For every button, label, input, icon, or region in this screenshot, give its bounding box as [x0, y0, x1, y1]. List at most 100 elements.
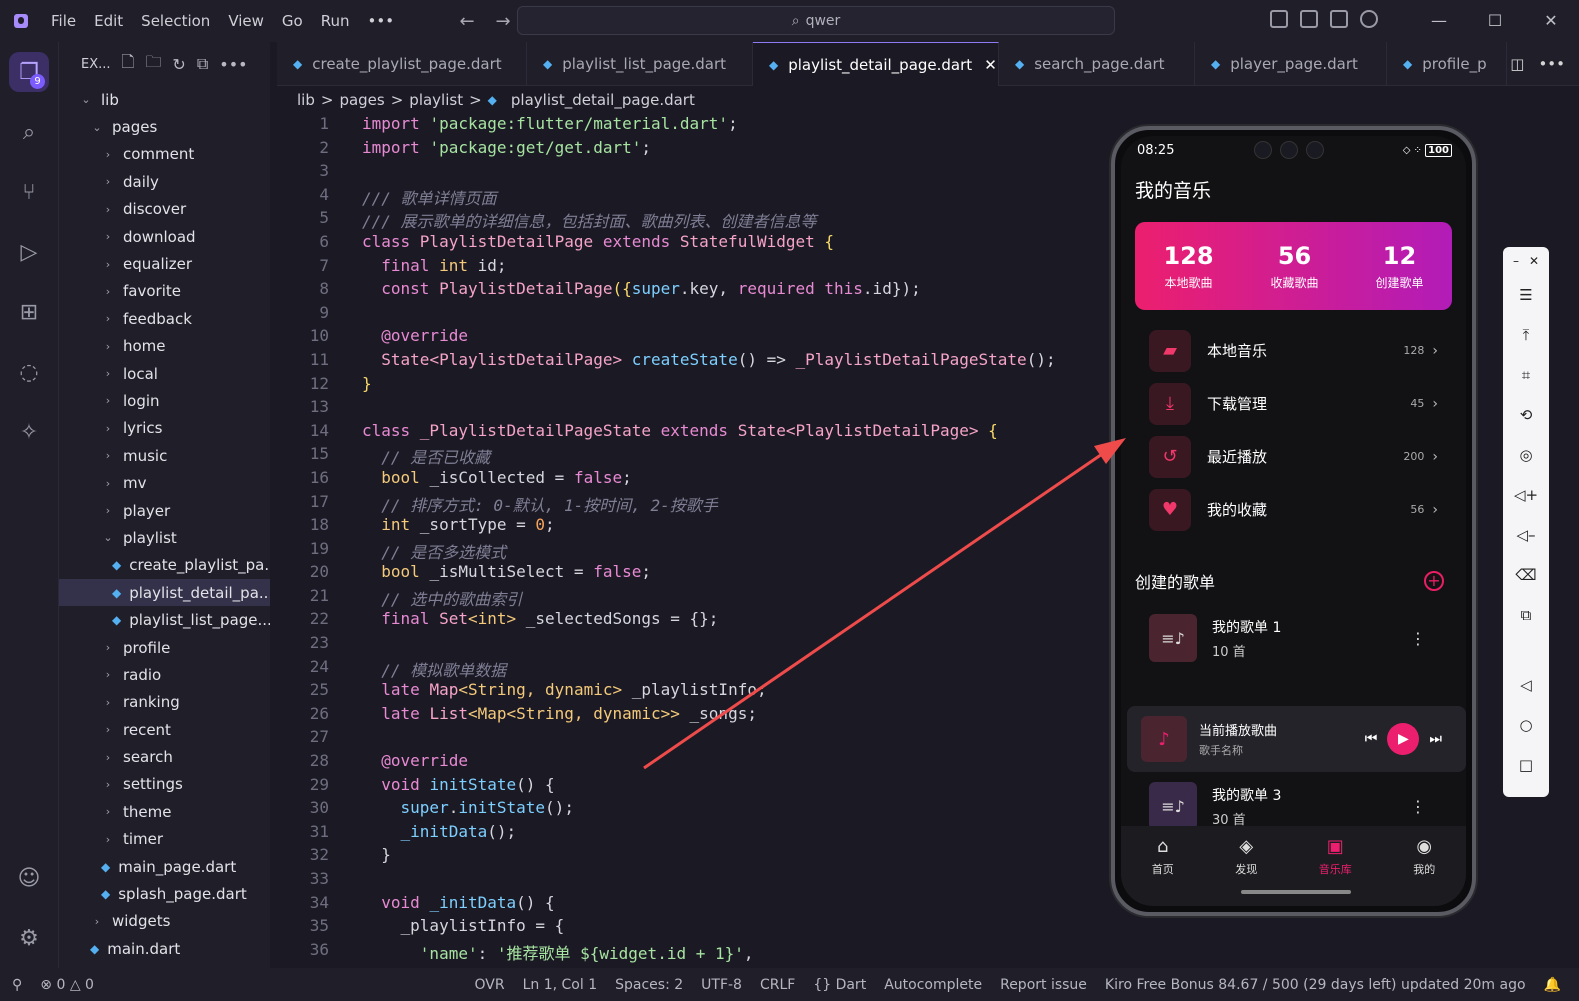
more-icon[interactable]: ••• — [1538, 55, 1565, 73]
maximize-button[interactable]: ☐ — [1467, 0, 1523, 42]
android-home-icon[interactable]: ○ — [1519, 705, 1532, 745]
folder-item[interactable]: › download — [59, 223, 270, 250]
folder-item[interactable]: ⌄ playlist — [59, 524, 270, 551]
file-item[interactable]: ◆ main_page.dart — [59, 853, 270, 880]
folder-item[interactable]: › settings — [59, 771, 270, 798]
music-menu-item[interactable]: ▰ 本地音乐 128 › — [1121, 324, 1466, 377]
file-item[interactable]: ◆ playlist_list_page.... — [59, 606, 270, 633]
close-tab-icon[interactable]: ✕ — [984, 56, 997, 74]
source-control-activity[interactable]: ⑂ — [0, 162, 58, 222]
breadcrumb-item[interactable]: playlist_detail_page.dart — [511, 91, 695, 109]
command-search-input[interactable]: ⌕ qwer — [517, 6, 1115, 35]
pin-top-icon[interactable]: ⤒ — [1523, 315, 1530, 355]
breadcrumb-item[interactable]: pages — [339, 91, 384, 109]
camera-icon[interactable]: ◎ — [1519, 435, 1532, 475]
nav-item[interactable]: ◉ 我的 — [1413, 836, 1435, 906]
music-menu-item[interactable]: ♥ 我的收藏 56 › — [1121, 483, 1466, 536]
debug-activity[interactable]: ▷ — [0, 222, 58, 282]
music-menu-item[interactable]: ↺ 最近播放 200 › — [1121, 430, 1466, 483]
collapse-icon[interactable]: ⧉ — [197, 54, 208, 74]
folder-item[interactable]: › comment — [59, 141, 270, 168]
breadcrumb-item[interactable]: lib — [297, 91, 315, 109]
ai-activity[interactable]: ✧ — [0, 402, 58, 462]
folder-item[interactable]: › theme — [59, 798, 270, 825]
explorer-activity[interactable]: ❐ 9 — [0, 42, 58, 102]
now-playing-bar[interactable]: ♪ 当前播放歌曲 歌手名称 ⏮ ▶ ⏭ — [1127, 706, 1466, 772]
playlist-item[interactable]: ≡♪ 我的歌单 1 10 首 ⋮ — [1121, 606, 1466, 670]
status-item[interactable]: Spaces: 2 — [615, 977, 683, 993]
close-emulator-icon[interactable]: ✕ — [1529, 254, 1539, 268]
menu-item[interactable]: ••• — [359, 12, 404, 30]
status-item[interactable]: Autocomplete — [884, 977, 982, 993]
folder-item[interactable]: › local — [59, 360, 270, 387]
editor-tab[interactable]: ◆ search_page.dart — [999, 42, 1195, 86]
extensions-activity[interactable]: ⊞ — [0, 282, 58, 342]
folder-item[interactable]: › equalizer — [59, 250, 270, 277]
refresh-icon[interactable]: ↻ — [172, 55, 185, 74]
volume-up-icon[interactable]: ◁+ — [1514, 475, 1538, 515]
menu-item[interactable]: Edit — [85, 12, 132, 30]
folder-item[interactable]: › widgets — [59, 908, 270, 935]
menu-item[interactable]: Run — [312, 12, 359, 30]
breadcrumb-item[interactable]: playlist — [409, 91, 463, 109]
minimize-emulator-icon[interactable]: – — [1513, 254, 1519, 268]
file-item[interactable]: ◆ main.dart — [59, 935, 270, 962]
menu-item[interactable]: File — [42, 12, 85, 30]
search-activity[interactable]: ⌕ — [0, 102, 58, 162]
folder-item[interactable]: ⌄ lib — [59, 86, 270, 113]
back-arrow-icon[interactable]: ← — [453, 11, 481, 32]
status-item[interactable]: Report issue — [1000, 977, 1087, 993]
android-recents-icon[interactable]: □ — [1519, 745, 1533, 785]
crop-icon[interactable]: ⌗ — [1522, 355, 1530, 395]
remote-icon[interactable]: ⚲ — [12, 977, 22, 993]
status-item[interactable]: CRLF — [760, 977, 795, 993]
folder-item[interactable]: › discover — [59, 196, 270, 223]
close-window-button[interactable]: ✕ — [1523, 0, 1579, 42]
folder-item[interactable]: › ranking — [59, 689, 270, 716]
more-vert-icon[interactable]: ⋮ — [1410, 797, 1426, 816]
editor-tab[interactable]: ◆ profile_p — [1387, 42, 1507, 86]
file-item[interactable]: ◆ create_playlist_pa... — [59, 552, 270, 579]
file-item[interactable]: ◆ playlist_detail_pa... — [59, 579, 270, 607]
editor-tab[interactable]: ◆ player_page.dart — [1195, 42, 1387, 86]
new-folder-icon[interactable]: 🗀 — [145, 51, 161, 78]
more-vert-icon[interactable]: ⋮ — [1410, 629, 1426, 648]
folder-item[interactable]: › search — [59, 743, 270, 770]
bell-icon[interactable]: 🔔 — [1544, 977, 1561, 993]
editor-tab[interactable]: ◆ playlist_detail_page.dart ✕ — [753, 42, 999, 86]
folder-item[interactable]: › login — [59, 387, 270, 414]
next-icon[interactable]: ⏭ — [1429, 731, 1442, 747]
folder-item[interactable]: › profile — [59, 634, 270, 661]
folder-item[interactable]: › timer — [59, 826, 270, 853]
menu-item[interactable]: Go — [273, 12, 312, 30]
volume-down-icon[interactable]: ◁– — [1516, 515, 1535, 555]
minimize-button[interactable]: — — [1411, 0, 1467, 42]
menu-item[interactable]: View — [219, 12, 273, 30]
forward-arrow-icon[interactable]: → — [489, 11, 517, 32]
layout-icon[interactable] — [1270, 10, 1288, 28]
folder-item[interactable]: › player — [59, 497, 270, 524]
status-item[interactable]: {} Dart — [813, 977, 866, 993]
chat-icon[interactable] — [1360, 10, 1378, 28]
music-menu-item[interactable]: ⤓ 下载管理 45 › — [1121, 377, 1466, 430]
folder-item[interactable]: › radio — [59, 661, 270, 688]
status-item[interactable]: Kiro Free Bonus 84.67 / 500 (29 days lef… — [1105, 977, 1526, 993]
folder-item[interactable]: › mv — [59, 469, 270, 496]
toggle-panel-icon[interactable] — [1330, 10, 1348, 28]
nav-item[interactable]: ◈ 发现 — [1235, 836, 1257, 906]
status-item[interactable]: OVR — [475, 977, 505, 993]
folder-item[interactable]: › lyrics — [59, 415, 270, 442]
status-item[interactable]: Ln 1, Col 1 — [523, 977, 598, 993]
add-playlist-icon[interactable]: + — [1424, 571, 1444, 591]
eraser-icon[interactable]: ⌫ — [1515, 555, 1536, 595]
kiro-activity[interactable]: ◌ — [0, 342, 58, 402]
problems-indicator[interactable]: ⊗ 0 △ 0 — [40, 977, 94, 993]
folder-item[interactable]: › recent — [59, 716, 270, 743]
screenshot-icon[interactable]: ⧉ — [1521, 595, 1532, 635]
folder-item[interactable]: › feedback — [59, 305, 270, 332]
nav-item[interactable]: ⌂ 首页 — [1152, 836, 1174, 906]
settings-activity[interactable]: ⚙ — [0, 908, 58, 968]
menu-icon[interactable]: ☰ — [1519, 275, 1532, 315]
editor-tab[interactable]: ◆ playlist_list_page.dart — [527, 42, 753, 86]
more-icon[interactable]: ••• — [219, 55, 247, 74]
